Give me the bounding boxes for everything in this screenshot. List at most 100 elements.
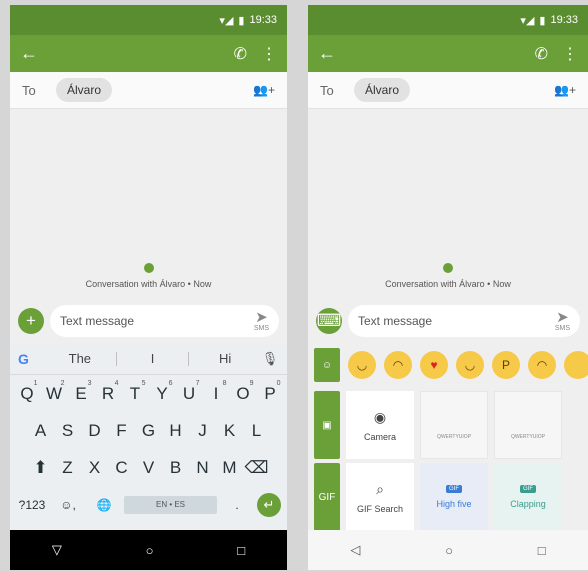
key[interactable]: G bbox=[135, 421, 162, 441]
emoji-partial[interactable] bbox=[564, 351, 588, 379]
mic-icon[interactable]: 🎙 bbox=[261, 351, 279, 367]
key[interactable]: P0 bbox=[257, 380, 284, 404]
back-arrow-icon[interactable]: ← bbox=[318, 43, 336, 64]
key[interactable]: Q1 bbox=[14, 380, 41, 404]
battery-icon: ▮ bbox=[238, 14, 245, 27]
gif-tab-icon[interactable]: GIF bbox=[314, 463, 340, 531]
send-icon: ➤ bbox=[556, 309, 569, 326]
key[interactable]: X bbox=[81, 458, 108, 478]
back-arrow-icon[interactable]: ← bbox=[20, 43, 38, 64]
screenshot-thumbnail[interactable]: QWERTYUIOP bbox=[494, 391, 562, 459]
more-vert-icon[interactable]: ⋮ bbox=[562, 44, 578, 64]
key[interactable]: A bbox=[27, 421, 54, 441]
phone-icon[interactable]: ✆ bbox=[234, 44, 247, 64]
status-bar: ▾◢ ▮ 19:33 bbox=[308, 5, 588, 35]
key[interactable]: C bbox=[108, 458, 135, 478]
key[interactable]: V bbox=[135, 458, 162, 478]
space-key[interactable]: EN • ES bbox=[124, 495, 217, 514]
gif-search-label: GIF Search bbox=[356, 503, 403, 514]
key[interactable]: M bbox=[216, 458, 243, 478]
status-bar: ▾◢ ▮ 19:33 bbox=[10, 5, 287, 35]
key[interactable]: T5 bbox=[122, 380, 149, 404]
keyboard-toggle-icon[interactable]: ⌨ bbox=[316, 308, 342, 334]
suggestion[interactable]: The bbox=[44, 351, 116, 366]
phone-icon[interactable]: ✆ bbox=[535, 44, 548, 64]
key[interactable]: Y6 bbox=[149, 380, 176, 404]
recipient-chip[interactable]: Álvaro bbox=[56, 78, 113, 102]
high-five-label: High five bbox=[436, 499, 472, 509]
home-nav-icon[interactable]: ○ bbox=[146, 543, 154, 558]
add-person-icon[interactable]: 👥+ bbox=[253, 83, 275, 97]
send-button[interactable]: ➤ SMS bbox=[254, 310, 269, 332]
send-button[interactable]: ➤ SMS bbox=[555, 310, 570, 332]
camera-tile[interactable]: ◉ Camera bbox=[346, 391, 414, 459]
add-person-icon[interactable]: 👥+ bbox=[554, 83, 576, 97]
globe-icon[interactable]: 🌐 bbox=[88, 498, 120, 512]
key[interactable]: U7 bbox=[176, 380, 203, 404]
keyboard: G The I Hi 🎙 Q1 W2 E3 R4 T5 Y6 U7 I8 O9 … bbox=[10, 343, 287, 530]
back-nav-icon[interactable]: ▽ bbox=[52, 542, 62, 558]
emoji-grin[interactable]: ◡ bbox=[348, 351, 376, 379]
numbers-key[interactable]: ?123 bbox=[16, 498, 48, 512]
to-label: To bbox=[320, 82, 334, 98]
recents-nav-icon[interactable]: □ bbox=[538, 543, 546, 558]
emoji-smile[interactable]: ◠ bbox=[384, 351, 412, 379]
back-nav-icon[interactable]: ◁ bbox=[350, 542, 360, 558]
enter-icon[interactable]: ↵ bbox=[257, 492, 281, 517]
key[interactable]: F bbox=[108, 421, 135, 441]
key[interactable]: B bbox=[162, 458, 189, 478]
status-time: 19:33 bbox=[249, 14, 277, 26]
recipient-chip[interactable]: Álvaro bbox=[354, 78, 411, 102]
key[interactable]: K bbox=[216, 421, 243, 441]
emoji-tongue[interactable]: P bbox=[492, 351, 520, 379]
composer: + Text message ➤ SMS bbox=[10, 299, 287, 343]
key[interactable]: S bbox=[54, 421, 81, 441]
emoji-frown[interactable]: ◠ bbox=[528, 351, 556, 379]
key[interactable]: N bbox=[189, 458, 216, 478]
home-nav-icon[interactable]: ○ bbox=[445, 543, 453, 558]
key-row-3: ⬆ Z X C V B N M ⌫ bbox=[10, 449, 287, 486]
key[interactable]: I8 bbox=[203, 380, 230, 404]
emoji-comma-key[interactable]: ☺, bbox=[52, 498, 84, 512]
key[interactable]: R4 bbox=[95, 380, 122, 404]
key[interactable]: H bbox=[162, 421, 189, 441]
emoji-heart-eyes[interactable]: ♥ bbox=[420, 351, 448, 379]
key[interactable]: J bbox=[189, 421, 216, 441]
add-attachment-button[interactable]: + bbox=[18, 308, 44, 334]
suggestion-bar: G The I Hi 🎙 bbox=[10, 343, 287, 375]
emoji-tab-icon[interactable]: ☺ bbox=[314, 348, 340, 382]
gif-search-tile[interactable]: ⌕ GIF Search bbox=[346, 463, 414, 531]
gif-badge: GIF bbox=[520, 485, 536, 493]
to-label: To bbox=[22, 82, 36, 98]
send-label: SMS bbox=[253, 325, 269, 332]
key[interactable]: W2 bbox=[41, 380, 68, 404]
camera-icon: ◉ bbox=[373, 408, 387, 425]
key[interactable]: O9 bbox=[230, 380, 257, 404]
gif-clapping-tile[interactable]: GIF Clapping bbox=[494, 463, 562, 531]
status-time: 19:33 bbox=[550, 14, 578, 26]
emoji-row: ☺ ◡ ◠ ♥ ◡ P ◠ bbox=[308, 343, 588, 387]
emoji-tears-of-joy[interactable]: ◡ bbox=[456, 351, 484, 379]
phone-left: ▾◢ ▮ 19:33 ← ✆ ⋮ To Álvaro 👥+ Conversati… bbox=[10, 5, 287, 570]
period-key[interactable]: . bbox=[221, 498, 253, 512]
gif-high-five-tile[interactable]: GIF High five bbox=[420, 463, 488, 531]
key-row-1: Q1 W2 E3 R4 T5 Y6 U7 I8 O9 P0 bbox=[10, 375, 287, 412]
key[interactable]: L bbox=[243, 421, 270, 441]
send-icon: ➤ bbox=[255, 309, 268, 326]
suggestion[interactable]: I bbox=[117, 351, 189, 366]
key[interactable]: E3 bbox=[68, 380, 95, 404]
recents-nav-icon[interactable]: □ bbox=[237, 543, 245, 558]
screenshot-thumbnail[interactable]: QWERTYUIOP bbox=[420, 391, 488, 459]
message-input[interactable]: Text message ➤ SMS bbox=[50, 305, 279, 337]
shift-icon[interactable]: ⬆ bbox=[27, 458, 54, 478]
more-vert-icon[interactable]: ⋮ bbox=[261, 44, 277, 64]
backspace-icon[interactable]: ⌫ bbox=[243, 458, 270, 478]
phone-right: ▾◢ ▮ 19:33 ← ✆ ⋮ To Álvaro 👥+ Conversati… bbox=[308, 5, 588, 570]
suggestion[interactable]: Hi bbox=[189, 351, 261, 366]
message-input[interactable]: Text message ➤ SMS bbox=[348, 305, 580, 337]
google-icon[interactable]: G bbox=[18, 351, 44, 367]
key[interactable]: Z bbox=[54, 458, 81, 478]
image-tab-icon[interactable]: ▣ bbox=[314, 391, 340, 459]
key[interactable]: D bbox=[81, 421, 108, 441]
media-row: ▣ ◉ Camera QWERTYUIOP QWERTYUIOP bbox=[308, 391, 588, 459]
